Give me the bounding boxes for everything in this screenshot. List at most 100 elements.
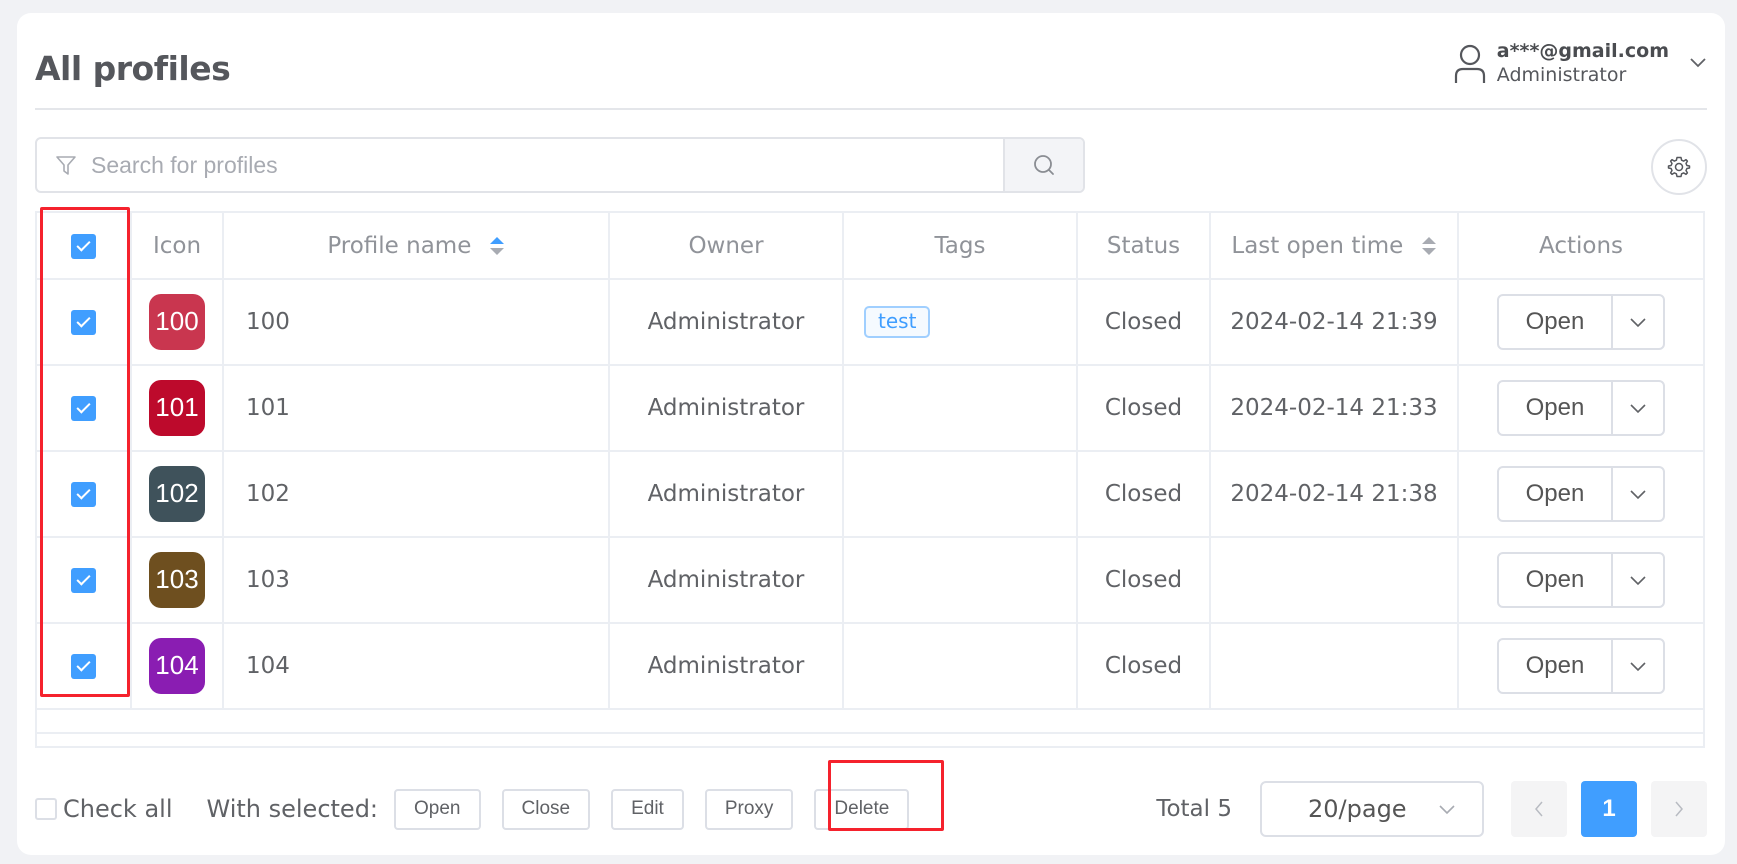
column-label: Profile name [327, 232, 472, 259]
total-count: Total 5 [1156, 796, 1232, 822]
profile-name-cell: 102 [223, 451, 610, 538]
status-cell: Closed [1077, 623, 1211, 710]
owner-cell: Administrator [609, 365, 844, 452]
chevron-down-icon [1630, 318, 1646, 328]
open-profile-button[interactable]: Open [1499, 382, 1611, 434]
page-number-button[interactable]: 1 [1581, 781, 1637, 837]
profile-avatar: 104 [149, 638, 205, 694]
chevron-down-icon [1630, 576, 1646, 586]
select-all-checkbox[interactable] [71, 233, 96, 259]
checkbox-box[interactable] [35, 798, 57, 820]
user-menu[interactable]: a***@gmail.com Administrator [1453, 40, 1707, 86]
tags-cell [843, 623, 1078, 710]
column-header-icon: Icon [131, 213, 224, 280]
user-icon [1454, 44, 1485, 83]
more-actions-button[interactable] [1611, 382, 1663, 434]
owner-cell: Administrator [609, 451, 844, 538]
bulk-edit-button[interactable]: Edit [611, 788, 684, 830]
row-checkbox[interactable] [71, 396, 96, 421]
spacer-cell [37, 709, 1703, 734]
bulk-proxy-button[interactable]: Proxy [704, 788, 794, 830]
sort-icon[interactable] [489, 234, 505, 258]
tag-badge[interactable]: test [864, 306, 931, 338]
row-checkbox[interactable] [71, 310, 96, 335]
table-spacer-row [37, 709, 1703, 734]
row-select-cell[interactable] [37, 537, 132, 624]
chevron-down-icon [1630, 404, 1646, 414]
actions-cell: Open [1458, 623, 1703, 710]
more-actions-button[interactable] [1611, 554, 1663, 606]
table-row: 104 104 Administrator Closed Open [37, 623, 1703, 710]
more-actions-button[interactable] [1611, 296, 1663, 348]
check-all-checkbox[interactable]: Check all [35, 795, 173, 823]
more-actions-button[interactable] [1611, 468, 1663, 520]
profile-avatar: 102 [149, 466, 205, 522]
open-split-button: Open [1497, 380, 1665, 436]
profile-name-cell: 101 [223, 365, 610, 452]
pagination: Total 5 20/page 1 [1156, 779, 1707, 839]
chevron-down-icon [1439, 805, 1455, 815]
row-select-cell[interactable] [37, 623, 132, 710]
profile-avatar: 100 [149, 294, 205, 350]
search-button[interactable] [1003, 139, 1083, 191]
row-checkbox[interactable] [71, 654, 96, 679]
column-header-status: Status [1077, 213, 1211, 280]
tags-cell [843, 365, 1078, 452]
actions-cell: Open [1458, 279, 1703, 366]
bulk-open-button[interactable]: Open [394, 788, 481, 830]
search-icon [1034, 155, 1054, 175]
last-open-time-cell [1210, 623, 1459, 710]
search-input[interactable] [91, 151, 945, 179]
bulk-delete-button[interactable]: Delete [814, 788, 910, 830]
profile-avatar: 103 [149, 552, 205, 608]
actions-cell: Open [1458, 365, 1703, 452]
column-header-profile-name[interactable]: Profile name [223, 213, 610, 280]
more-actions-button[interactable] [1611, 640, 1663, 692]
owner-cell: Administrator [609, 537, 844, 624]
icon-cell: 102 [131, 451, 224, 538]
table-row: 100 100 Administrator test Closed 2024-0… [37, 279, 1703, 366]
column-header-owner: Owner [609, 213, 844, 280]
page-title: All profiles [35, 49, 231, 88]
prev-page-button[interactable] [1511, 781, 1567, 837]
user-email: a***@gmail.com [1496, 40, 1669, 62]
row-checkbox[interactable] [71, 482, 96, 507]
status-cell: Closed [1077, 365, 1211, 452]
page-size-value: 20/page [1308, 795, 1407, 823]
row-select-cell[interactable] [37, 279, 132, 366]
row-select-cell[interactable] [37, 365, 132, 452]
page-size-select[interactable]: 20/page [1260, 781, 1484, 837]
last-open-time-cell: 2024-02-14 21:33 [1210, 365, 1459, 452]
owner-cell: Administrator [609, 623, 844, 710]
table-header-row: Icon Profile name Owner Tags Status Last… [37, 213, 1703, 280]
column-header-tags: Tags [843, 213, 1078, 280]
next-page-button[interactable] [1651, 781, 1707, 837]
icon-cell: 104 [131, 623, 224, 710]
open-split-button: Open [1497, 552, 1665, 608]
profiles-table: Icon Profile name Owner Tags Status Last… [35, 211, 1705, 748]
open-split-button: Open [1497, 294, 1665, 350]
owner-cell: Administrator [609, 279, 844, 366]
settings-button[interactable] [1651, 139, 1707, 195]
select-all-header[interactable] [37, 213, 132, 280]
filter-icon [56, 156, 76, 175]
tags-cell: test [843, 279, 1078, 366]
chevron-down-icon[interactable] [1689, 56, 1707, 68]
sort-icon[interactable] [1421, 234, 1437, 258]
bulk-close-button[interactable]: Close [501, 788, 591, 830]
last-open-time-cell [1210, 537, 1459, 624]
open-profile-button[interactable]: Open [1499, 296, 1611, 348]
open-profile-button[interactable]: Open [1499, 640, 1611, 692]
profile-name-cell: 103 [223, 537, 610, 624]
column-header-last-open-time[interactable]: Last open time [1210, 213, 1459, 280]
icon-cell: 101 [131, 365, 224, 452]
open-profile-button[interactable]: Open [1499, 468, 1611, 520]
row-checkbox[interactable] [71, 568, 96, 593]
profile-name-cell: 104 [223, 623, 610, 710]
status-cell: Closed [1077, 451, 1211, 538]
actions-cell: Open [1458, 537, 1703, 624]
chevron-right-icon [1675, 801, 1683, 817]
open-profile-button[interactable]: Open [1499, 554, 1611, 606]
with-selected-label: With selected: [206, 795, 379, 823]
row-select-cell[interactable] [37, 451, 132, 538]
